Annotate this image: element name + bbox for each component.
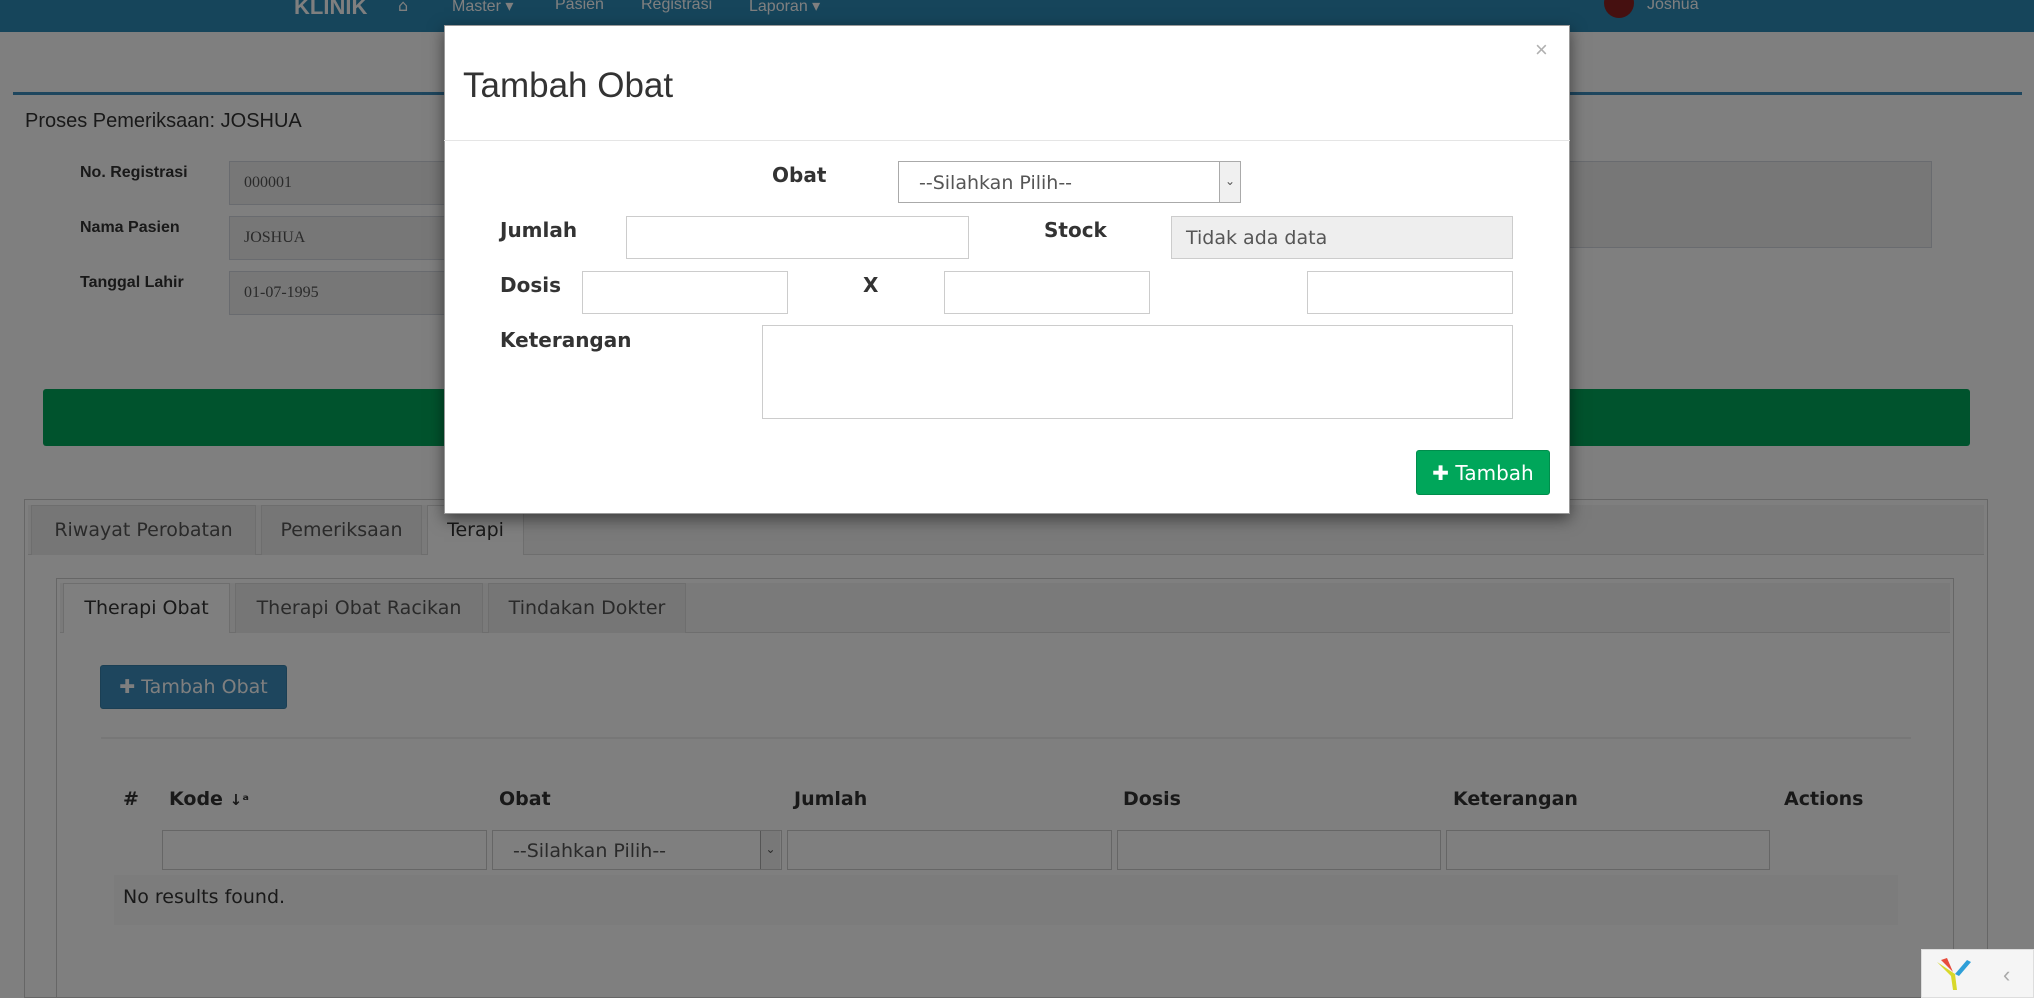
label-stock: Stock: [1044, 218, 1107, 242]
dosis-input[interactable]: [582, 271, 788, 314]
label-dosis: Dosis: [500, 273, 562, 297]
jumlah-input[interactable]: [626, 216, 969, 259]
chevron-left-icon[interactable]: ‹: [2003, 962, 2010, 988]
dosis-times-input[interactable]: [944, 271, 1150, 314]
tambah-button-label: Tambah: [1455, 461, 1534, 485]
yii-logo-icon[interactable]: [1933, 956, 1973, 992]
keterangan-textarea[interactable]: [762, 325, 1513, 419]
close-icon[interactable]: ×: [1535, 37, 1548, 63]
plus-icon: ✚: [1432, 461, 1450, 485]
modal-header-divider: [444, 140, 1570, 141]
label-x: X: [863, 273, 879, 297]
label-keterangan: Keterangan: [500, 328, 632, 352]
tambah-button[interactable]: ✚ Tambah: [1416, 450, 1550, 495]
obat-select[interactable]: --Silahkan Pilih--: [898, 161, 1241, 203]
label-jumlah: Jumlah: [500, 218, 578, 242]
dosis-unit-input[interactable]: [1307, 271, 1513, 314]
chevron-down-icon[interactable]: ⌄: [1219, 162, 1240, 202]
stock-field: Tidak ada data: [1171, 216, 1513, 259]
modal-title: Tambah Obat: [463, 66, 674, 105]
label-obat: Obat: [772, 163, 827, 187]
